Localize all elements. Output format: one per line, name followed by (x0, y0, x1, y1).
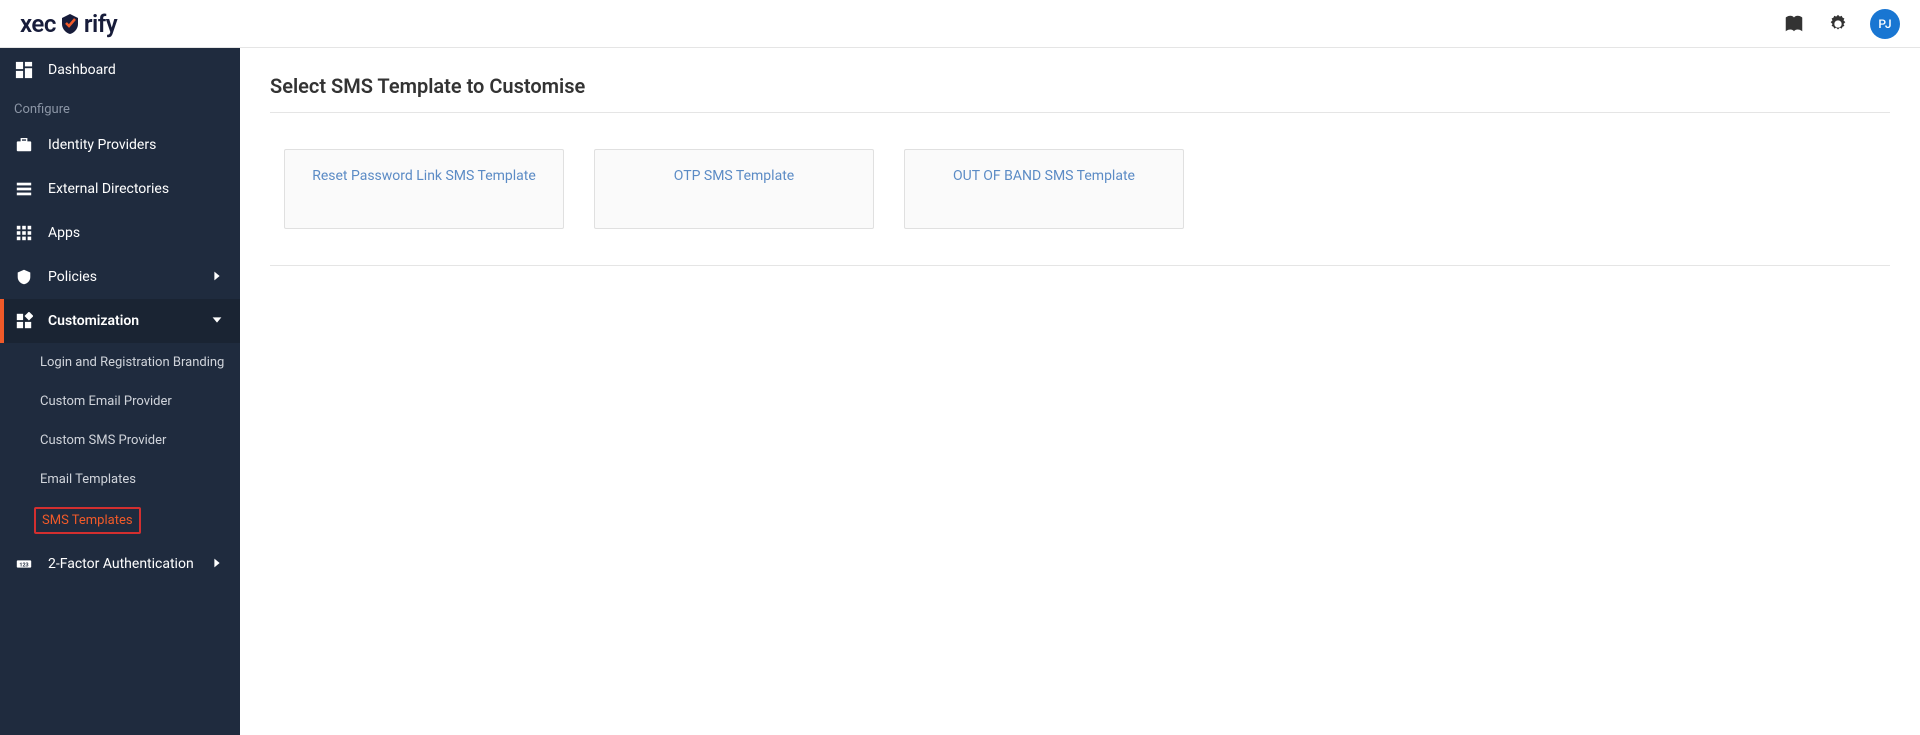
page-title: Select SMS Template to Customise (270, 74, 1890, 113)
sidebar-item-policies[interactable]: Policies (0, 255, 240, 299)
sidebar-subitem-login-branding[interactable]: Login and Registration Branding (0, 343, 240, 382)
section-label-configure: Configure (0, 92, 240, 123)
template-card-out-of-band[interactable]: OUT OF BAND SMS Template (904, 149, 1184, 229)
card-label: OTP SMS Template (674, 168, 794, 184)
template-card-otp[interactable]: OTP SMS Template (594, 149, 874, 229)
gear-icon[interactable] (1826, 12, 1850, 36)
sidebar-item-2fa[interactable]: 123 2-Factor Authentication (0, 542, 240, 586)
logo-text-prefix: xec (20, 10, 56, 38)
grid-icon (14, 223, 34, 243)
avatar-initials: PJ (1878, 17, 1891, 31)
nav-label: External Directories (48, 181, 226, 197)
briefcase-icon (14, 135, 34, 155)
list-icon (14, 179, 34, 199)
user-avatar[interactable]: PJ (1870, 9, 1900, 39)
shield-icon (14, 267, 34, 287)
nav-label: Policies (48, 269, 196, 285)
sidebar-item-external-directories[interactable]: External Directories (0, 167, 240, 211)
nav-label: Apps (48, 225, 226, 241)
card-label: Reset Password Link SMS Template (312, 168, 536, 184)
sidebar-item-apps[interactable]: Apps (0, 211, 240, 255)
svg-text:123: 123 (19, 562, 28, 568)
logo-text-suffix: rify (84, 10, 117, 38)
chevron-right-icon (210, 556, 226, 572)
content-area: Select SMS Template to Customise Reset P… (240, 48, 1920, 735)
nav-label: Identity Providers (48, 137, 226, 153)
widgets-icon (14, 311, 34, 331)
sidebar-item-dashboard[interactable]: Dashboard (0, 48, 240, 92)
subitem-label: Custom Email Provider (40, 394, 172, 409)
template-cards-container: Reset Password Link SMS Template OTP SMS… (270, 113, 1890, 266)
docs-icon[interactable] (1782, 12, 1806, 36)
chevron-right-icon (210, 269, 226, 285)
sidebar-subitem-custom-sms[interactable]: Custom SMS Provider (0, 421, 240, 460)
main-container: Dashboard Configure Identity Providers E… (0, 48, 1920, 735)
subitem-label: SMS Templates (34, 507, 141, 534)
sidebar-item-customization[interactable]: Customization (0, 299, 240, 343)
sidebar-subitem-sms-templates[interactable]: SMS Templates (0, 499, 240, 542)
subitem-label: Email Templates (40, 472, 136, 487)
sidebar-item-identity-providers[interactable]: Identity Providers (0, 123, 240, 167)
nav-label: 2-Factor Authentication (48, 556, 196, 572)
app-header: xec rify PJ (0, 0, 1920, 48)
sidebar: Dashboard Configure Identity Providers E… (0, 48, 240, 735)
sidebar-subitem-custom-email[interactable]: Custom Email Provider (0, 382, 240, 421)
subitem-label: Login and Registration Branding (40, 355, 224, 370)
header-actions: PJ (1782, 9, 1900, 39)
pin-icon: 123 (14, 554, 34, 574)
sidebar-subitem-email-templates[interactable]: Email Templates (0, 460, 240, 499)
dashboard-icon (14, 60, 34, 80)
nav-label: Dashboard (48, 62, 226, 78)
subitem-label: Custom SMS Provider (40, 433, 166, 448)
shield-check-icon (58, 12, 82, 36)
nav-label: Customization (48, 313, 196, 329)
brand-logo[interactable]: xec rify (20, 10, 117, 38)
card-label: OUT OF BAND SMS Template (953, 168, 1135, 184)
template-card-reset-password[interactable]: Reset Password Link SMS Template (284, 149, 564, 229)
chevron-down-icon (210, 313, 226, 329)
